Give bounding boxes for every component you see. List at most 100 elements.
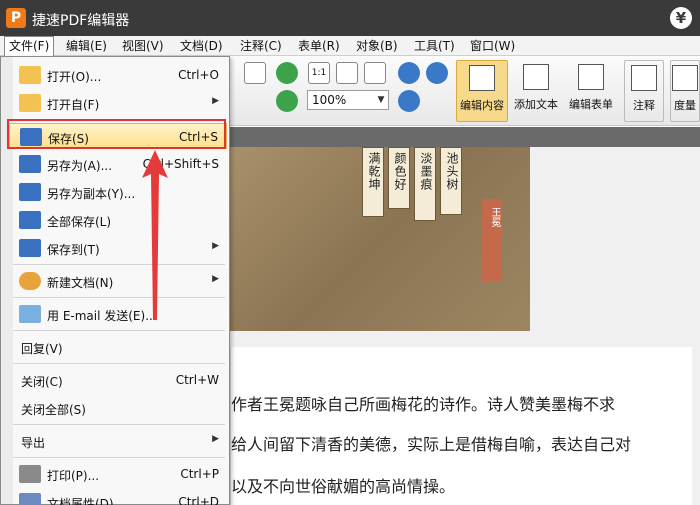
- document-page: 作者王冕题咏自己所画梅花的诗作。诗人赞美墨梅不求 给人间留下清香的美德，实际上是…: [230, 347, 692, 505]
- document-text-line: 给人间留下清香的美德，实际上是借梅自喻，表达自己对: [231, 435, 632, 454]
- fit-page-icon[interactable]: [336, 62, 358, 84]
- zoom-in-icon[interactable]: [398, 62, 420, 84]
- menu-open-from[interactable]: 打开自(F) ▶: [9, 90, 227, 116]
- menu-open-label: 打开(O)...: [47, 70, 102, 84]
- rotate-cw-icon[interactable]: [276, 62, 298, 84]
- save-to-icon: [19, 239, 41, 257]
- annotate-button[interactable]: 注释: [624, 60, 664, 122]
- measure-button[interactable]: 度量: [670, 60, 700, 122]
- menu-comment[interactable]: 注释(C): [236, 37, 286, 55]
- edit-content-icon: [469, 65, 495, 91]
- menu-close-all-label: 关闭全部(S): [21, 403, 86, 417]
- app-logo-icon: P: [6, 8, 26, 28]
- edit-form-label: 编辑表单: [569, 98, 613, 111]
- document-properties-icon: [19, 493, 41, 505]
- menu-close[interactable]: 关闭(C) Ctrl+W: [9, 367, 227, 393]
- menu-separator: [13, 457, 225, 458]
- submenu-arrow-icon: ▶: [212, 274, 219, 284]
- submenu-arrow-icon: ▶: [212, 96, 219, 106]
- document-text-line: 以及不向世俗献媚的高尚情操。: [231, 477, 456, 496]
- edit-content-button[interactable]: 编辑内容: [456, 60, 508, 122]
- menu-close-label: 关闭(C): [21, 375, 63, 389]
- add-text-button[interactable]: 添加文本: [510, 60, 562, 122]
- menu-save-copy-label: 另存为副本(Y)...: [47, 187, 136, 201]
- edit-content-label: 编辑内容: [460, 99, 504, 112]
- menu-print-shortcut: Ctrl+P: [180, 467, 219, 481]
- menu-separator: [13, 264, 225, 265]
- menu-form[interactable]: 表单(R): [294, 37, 344, 55]
- menu-revert-label: 回复(V): [21, 342, 63, 356]
- menu-open[interactable]: 打开(O)... Ctrl+O: [9, 62, 227, 88]
- measure-icon: [672, 65, 698, 91]
- plum-painting-image: 满乾坤 颜色好 淡墨痕 池头树 王冕: [230, 147, 530, 331]
- menu-print[interactable]: 打印(P)... Ctrl+P: [9, 461, 227, 487]
- window-title: 捷速PDF编辑器: [32, 13, 130, 29]
- menu-email[interactable]: 用 E-mail 发送(E)...: [9, 301, 227, 327]
- fit-width-icon[interactable]: [364, 62, 386, 84]
- measure-label: 度量: [674, 99, 696, 112]
- edit-form-icon: [578, 64, 604, 90]
- menu-close-shortcut: Ctrl+W: [175, 373, 219, 387]
- menu-document[interactable]: 文档(D): [176, 37, 227, 55]
- menu-tools[interactable]: 工具(T): [410, 37, 459, 55]
- menu-save-copy[interactable]: 另存为副本(Y)...: [9, 179, 227, 205]
- actual-size-icon[interactable]: 1:1: [308, 62, 330, 84]
- folder-web-icon: [19, 94, 41, 112]
- select-tool-icon[interactable]: [244, 62, 266, 84]
- menu-separator: [13, 297, 225, 298]
- menu-window[interactable]: 窗口(W): [466, 37, 519, 55]
- chevron-down-icon[interactable]: ▼: [374, 91, 388, 109]
- menu-edit[interactable]: 编辑(E): [62, 37, 111, 55]
- save-all-icon: [19, 211, 41, 229]
- menu-properties-label: 文档属性(D)...: [47, 497, 126, 505]
- menu-save-to[interactable]: 保存到(T) ▶: [9, 235, 227, 261]
- menu-save-all-label: 全部保存(L): [47, 215, 112, 229]
- zoom-plus-icon[interactable]: [398, 90, 420, 112]
- zoom-out-icon[interactable]: [426, 62, 448, 84]
- menu-revert[interactable]: 回复(V): [9, 334, 227, 360]
- menu-save-as-label: 另存为(A)...: [47, 159, 113, 173]
- annotate-icon: [631, 65, 657, 91]
- printer-icon: [19, 465, 41, 483]
- menu-object[interactable]: 对象(B): [352, 37, 402, 55]
- add-text-label: 添加文本: [514, 98, 558, 111]
- menu-properties-shortcut: Ctrl+D: [178, 495, 219, 505]
- menu-save-to-label: 保存到(T): [47, 243, 100, 257]
- document-text-line: 作者王冕题咏自己所画梅花的诗作。诗人赞美墨梅不求: [231, 395, 616, 414]
- save-copy-icon: [19, 183, 41, 201]
- menu-separator: [13, 363, 225, 364]
- menu-close-all[interactable]: 关闭全部(S): [9, 395, 227, 421]
- red-arrow-icon: [142, 150, 168, 320]
- submenu-arrow-icon: ▶: [212, 241, 219, 251]
- submenu-arrow-icon: ▶: [212, 434, 219, 444]
- painting-seal: 王冕: [482, 199, 502, 281]
- menu-save-all[interactable]: 全部保存(L): [9, 207, 227, 233]
- painting-scroll: 池头树: [440, 147, 462, 215]
- edit-form-button[interactable]: 编辑表单: [564, 60, 618, 122]
- add-text-icon: [523, 64, 549, 90]
- email-icon: [19, 305, 41, 323]
- menu-bar: 文件(F) 编辑(E) 视图(V) 文档(D) 注释(C) 表单(R) 对象(B…: [0, 36, 700, 57]
- rotate-ccw-icon[interactable]: [276, 90, 298, 112]
- menu-view[interactable]: 视图(V): [118, 37, 168, 55]
- menu-separator: [13, 330, 225, 331]
- zoom-value: 100%: [312, 93, 347, 107]
- menu-save-as[interactable]: 另存为(A)... Ctrl+Shift+S: [9, 151, 227, 177]
- zoom-select[interactable]: 100% ▼: [307, 90, 389, 110]
- menu-properties[interactable]: 文档属性(D)... Ctrl+D: [9, 489, 227, 505]
- folder-open-icon: [19, 66, 41, 84]
- menu-new-document[interactable]: 新建文档(N) ▶: [9, 268, 227, 294]
- yen-icon[interactable]: ¥: [670, 7, 692, 29]
- menu-open-shortcut: Ctrl+O: [178, 68, 219, 82]
- save-as-icon: [19, 155, 41, 173]
- menu-export[interactable]: 导出 ▶: [9, 428, 227, 454]
- menu-separator: [13, 424, 225, 425]
- menu-file[interactable]: 文件(F): [4, 36, 55, 57]
- title-bar: P 捷速PDF编辑器 ¥: [0, 0, 700, 36]
- menu-export-label: 导出: [21, 436, 46, 450]
- menu-open-from-label: 打开自(F): [47, 98, 100, 112]
- menu-print-label: 打印(P)...: [47, 469, 100, 483]
- annotate-label: 注释: [633, 99, 655, 112]
- painting-scroll: 淡墨痕: [414, 147, 436, 221]
- painting-scroll: 满乾坤: [362, 147, 384, 217]
